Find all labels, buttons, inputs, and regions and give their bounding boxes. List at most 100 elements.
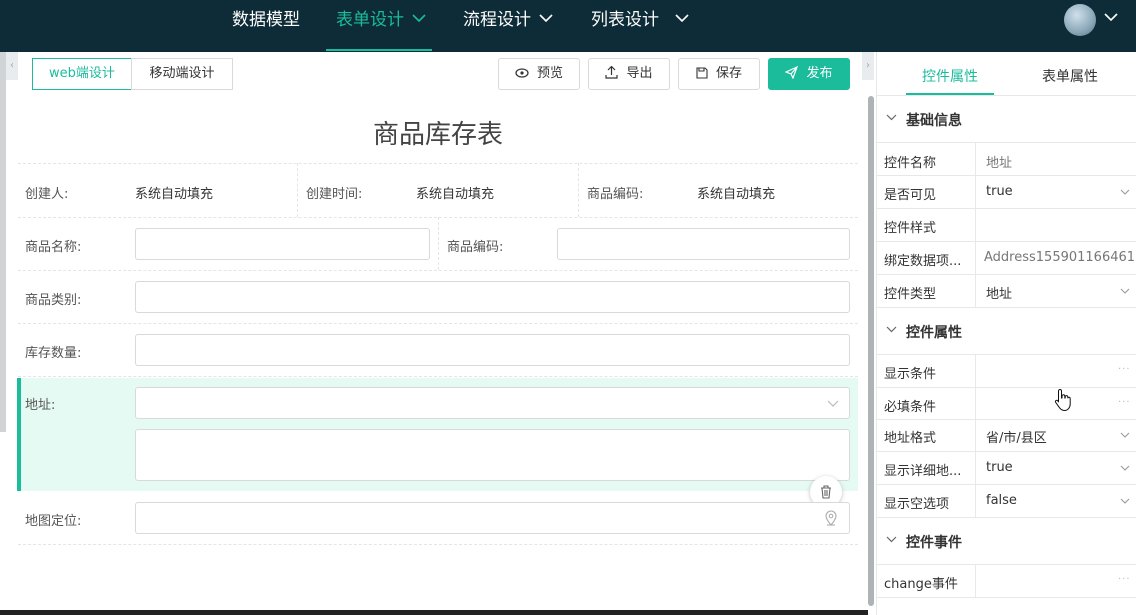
send-icon xyxy=(784,65,799,80)
tab-control-properties[interactable]: 控件属性 xyxy=(922,66,978,86)
active-tab-underline xyxy=(326,49,432,51)
divider xyxy=(18,376,858,377)
preview-button[interactable]: 预览 xyxy=(498,58,580,90)
category-label: 商品类别: xyxy=(25,293,82,308)
divider xyxy=(876,142,1136,143)
chevron-down-icon xyxy=(675,13,689,22)
selection-indicator xyxy=(17,378,21,491)
created-time-label: 创建时间: xyxy=(306,187,363,202)
more-icon[interactable]: ··· xyxy=(1118,397,1131,408)
map-label: 地图定位: xyxy=(25,514,82,529)
address-select[interactable] xyxy=(135,387,850,419)
control-type-select[interactable]: 地址 xyxy=(986,283,1134,302)
chevron-down-icon xyxy=(827,400,839,407)
save-button[interactable]: 保存 xyxy=(678,58,760,90)
column-divider xyxy=(975,354,976,517)
top-nav-bar xyxy=(0,0,1136,52)
eye-icon xyxy=(515,67,529,78)
prop-label: 必填条件 xyxy=(884,400,937,415)
divider xyxy=(876,354,1136,355)
product-name-input[interactable] xyxy=(135,228,430,260)
nav-form-design[interactable]: 表单设计 xyxy=(326,0,432,52)
chevron-down-icon xyxy=(1120,465,1130,471)
upload-icon xyxy=(605,65,619,79)
category-input[interactable] xyxy=(135,281,850,313)
column-divider xyxy=(975,564,976,597)
show-empty-option-select[interactable]: false xyxy=(986,493,1134,508)
chevron-down-icon[interactable] xyxy=(886,326,897,334)
export-button[interactable]: 导出 xyxy=(588,58,670,90)
map-location-input[interactable] xyxy=(135,502,850,534)
divider xyxy=(438,217,439,270)
chevron-down-icon xyxy=(412,13,426,22)
more-icon[interactable]: ··· xyxy=(1118,574,1131,585)
divider xyxy=(18,544,858,545)
divider xyxy=(18,323,858,324)
column-divider xyxy=(975,142,976,307)
save-icon xyxy=(696,66,708,79)
section-control-events[interactable]: 控件事件 xyxy=(906,532,962,552)
chevron-down-icon xyxy=(1120,288,1130,294)
prop-label: 显示条件 xyxy=(884,367,937,382)
prop-label: 控件名称 xyxy=(884,156,937,171)
divider xyxy=(876,597,1136,598)
bottom-edge xyxy=(0,610,868,615)
address-format-select[interactable]: 省/市/县区 xyxy=(986,427,1134,446)
divider xyxy=(876,307,1136,308)
divider xyxy=(18,163,858,164)
prop-label: 是否可见 xyxy=(884,188,937,203)
prop-label: 绑定数据项... xyxy=(884,254,962,269)
divider xyxy=(578,163,579,217)
chevron-down-icon[interactable] xyxy=(886,114,897,122)
divider xyxy=(18,270,858,271)
creator-label: 创建人: xyxy=(25,187,69,202)
tab-form-properties[interactable]: 表单属性 xyxy=(1042,66,1098,86)
created-time-value: 系统自动填充 xyxy=(416,187,495,202)
left-scrollbar[interactable] xyxy=(0,52,6,432)
visible-select[interactable]: true xyxy=(986,184,1134,199)
nav-process-design[interactable]: 流程设计 xyxy=(463,0,553,52)
bound-data-item-value[interactable]: Address1559011664617 xyxy=(984,250,1136,265)
chevron-down-icon xyxy=(539,13,553,22)
nav-list-design[interactable]: 列表设计 xyxy=(591,0,689,52)
prop-label: 地址格式 xyxy=(884,431,937,446)
section-basic-info[interactable]: 基础信息 xyxy=(906,110,962,130)
chevron-down-icon[interactable] xyxy=(886,536,897,544)
divider xyxy=(876,208,1136,209)
trash-icon xyxy=(821,485,831,499)
creator-value: 系统自动填充 xyxy=(135,187,214,202)
product-code-auto-label: 商品编码: xyxy=(587,187,644,202)
address-detail-textarea[interactable] xyxy=(135,429,850,481)
product-code-input[interactable] xyxy=(557,228,850,260)
product-code-auto-value: 系统自动填充 xyxy=(697,187,776,202)
tab-web-design[interactable]: web端设计 xyxy=(32,58,132,90)
user-menu-chevron-icon[interactable] xyxy=(1104,13,1118,22)
nav-data-model[interactable]: 数据模型 xyxy=(232,0,300,52)
prop-label: 显示详细地... xyxy=(884,464,962,479)
divider xyxy=(876,419,1136,420)
prop-label: 控件类型 xyxy=(884,287,937,302)
divider xyxy=(876,517,1136,518)
prop-label: 显示空选项 xyxy=(884,497,950,512)
left-collapse-handle[interactable]: ‹ xyxy=(6,52,18,80)
user-avatar[interactable] xyxy=(1064,4,1096,36)
publish-button[interactable]: 发布 xyxy=(768,58,850,90)
divider xyxy=(876,484,1136,485)
prop-label: 控件样式 xyxy=(884,221,937,236)
section-control-properties[interactable]: 控件属性 xyxy=(906,322,962,342)
chevron-down-icon xyxy=(1120,498,1130,504)
divider xyxy=(876,451,1136,452)
chevron-down-icon xyxy=(1120,432,1130,438)
divider xyxy=(876,564,1136,565)
control-name-input[interactable]: 地址 xyxy=(986,152,1134,171)
more-icon[interactable]: ··· xyxy=(1118,364,1131,375)
stock-input[interactable] xyxy=(135,334,850,366)
canvas-scrollbar[interactable] xyxy=(868,96,874,606)
divider xyxy=(876,95,1136,96)
right-collapse-handle[interactable]: › xyxy=(862,52,874,80)
form-title: 商品库存表 xyxy=(372,120,503,150)
tab-mobile-design[interactable]: 移动端设计 xyxy=(131,58,233,90)
show-detail-address-select[interactable]: true xyxy=(986,460,1134,475)
location-pin-icon[interactable] xyxy=(825,510,837,526)
divider xyxy=(297,163,298,217)
